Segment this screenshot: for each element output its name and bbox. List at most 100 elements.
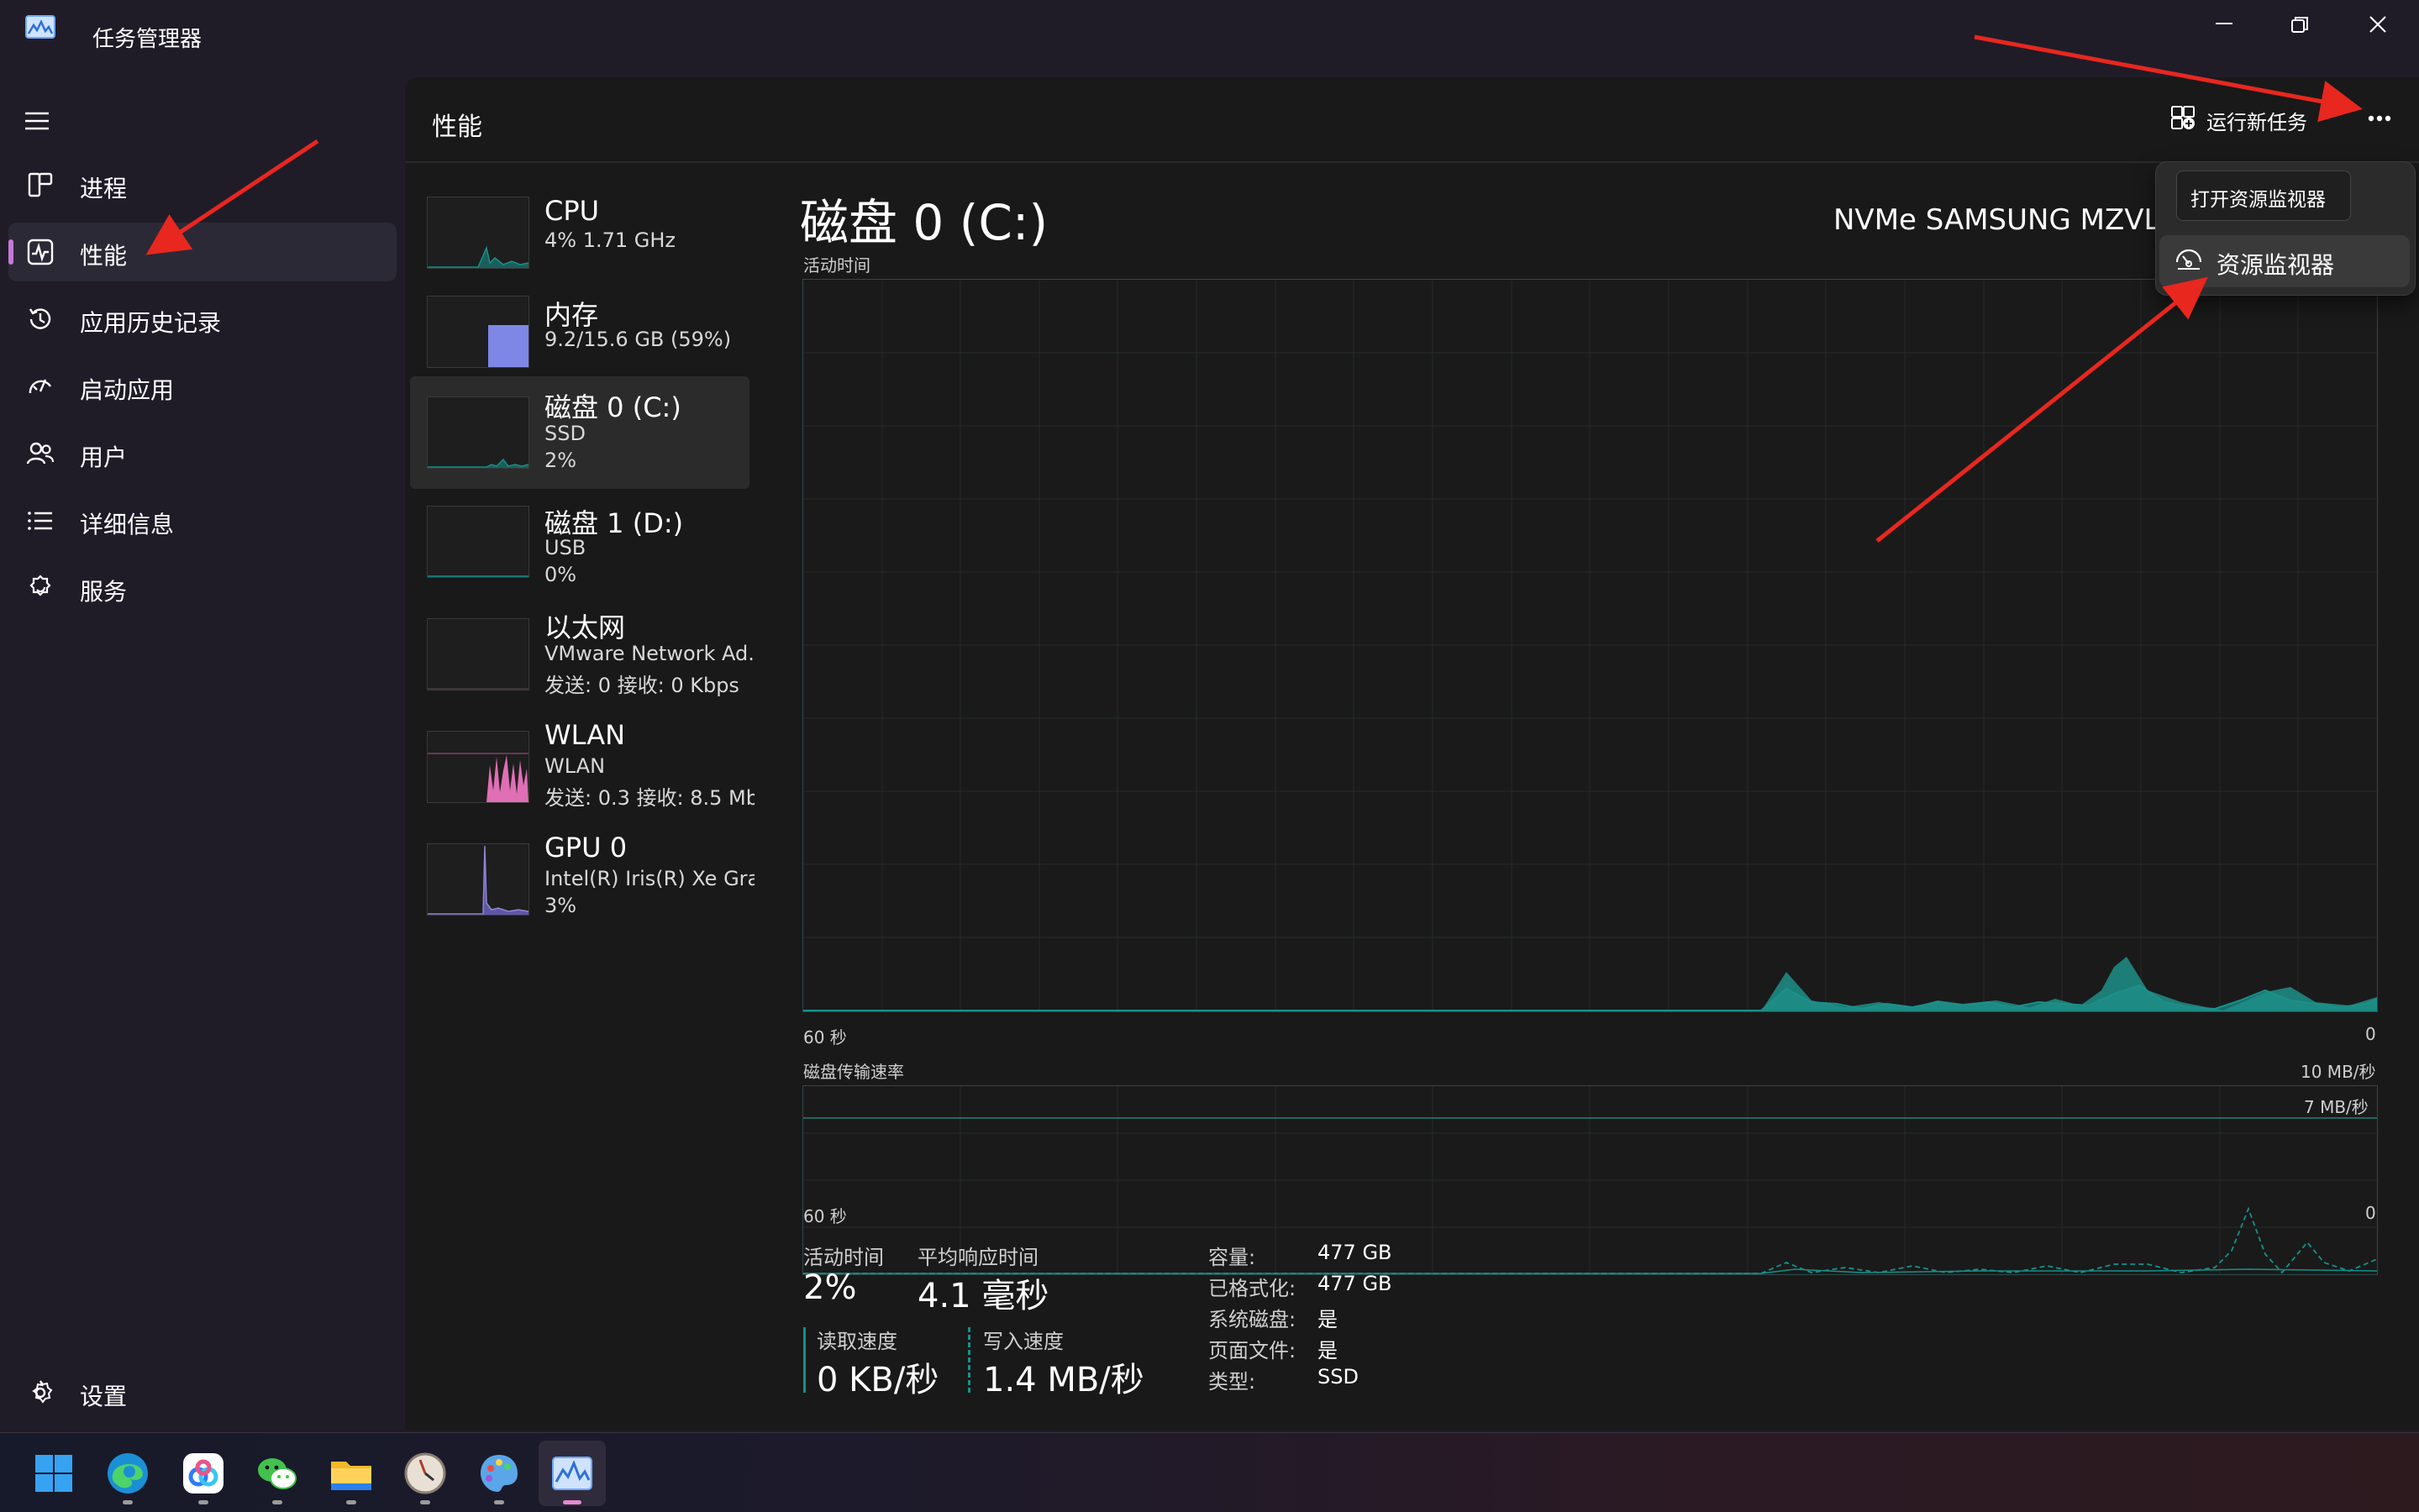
device-usage: 发送: 0.3 接收: 8.5 Mb| <box>544 786 755 810</box>
device-name: GPU 0 <box>544 832 628 864</box>
active-indicator <box>8 239 13 265</box>
transfer-rate-graph <box>802 1085 2378 1275</box>
sidebar-item-label: 进程 <box>80 175 128 202</box>
startup-icon <box>29 379 52 394</box>
device-name: 以太网 <box>544 612 626 643</box>
cpu-thumbnail-graph <box>427 197 529 269</box>
system-disk-value: 是 <box>1317 1308 1338 1331</box>
sidebar-item-processes[interactable]: 进程 <box>8 155 397 214</box>
transfer-max-label: 10 MB/秒 <box>2301 1062 2376 1082</box>
sidebar-item-services[interactable]: 服务 <box>8 559 397 617</box>
transfer-graph-label: 磁盘传输速率 <box>803 1062 904 1082</box>
performance-icon <box>27 239 54 265</box>
device-detail: 4% 1.71 GHz <box>544 228 676 252</box>
restore-button[interactable] <box>2273 7 2327 40</box>
disk-model: NVMe SAMSUNG MZVL4 <box>1833 203 2179 237</box>
device-detail: USB <box>544 536 586 559</box>
run-new-task-label: 运行新任务 <box>2206 111 2307 134</box>
services-icon <box>29 575 51 596</box>
device-item-disk-1[interactable]: 磁盘 1 (D:) USB 0% <box>410 494 749 601</box>
edge-icon[interactable] <box>104 1450 151 1497</box>
taskbar-running-indicator <box>272 1500 282 1504</box>
more-options-button[interactable] <box>2356 99 2403 138</box>
gear-icon <box>32 1380 53 1404</box>
open-resource-monitor-tooltip: 打开资源监视器 <box>2176 171 2351 221</box>
windows-start-icon[interactable] <box>30 1450 77 1497</box>
header-divider <box>405 161 2419 163</box>
ethernet-thumbnail-graph <box>427 618 529 690</box>
sidebar-item-label: 用户 <box>80 444 128 471</box>
file-explorer-icon[interactable] <box>328 1450 375 1497</box>
device-name: 磁盘 0 (C:) <box>544 391 681 423</box>
run-task-icon <box>2171 106 2195 129</box>
wechat-icon[interactable] <box>254 1450 301 1497</box>
write-speed-label: 写入速度 <box>983 1330 1064 1353</box>
page-file-label: 页面文件: <box>1208 1339 1296 1362</box>
baidu-netdisk-icon[interactable] <box>180 1450 227 1497</box>
type-value: SSD <box>1317 1365 1359 1389</box>
settings-label: 设置 <box>80 1383 128 1410</box>
activity-x-left: 60 秒 <box>803 1027 847 1047</box>
gpu-thumbnail-graph <box>427 843 529 916</box>
clock-app-icon[interactable] <box>402 1450 449 1497</box>
device-detail: 9.2/15.6 GB (59%) <box>544 328 732 351</box>
page-title: 性能 <box>432 113 482 142</box>
sidebar-item-startup-apps[interactable]: 启动应用 <box>8 357 397 416</box>
sidebar-item-label: 详细信息 <box>80 511 175 538</box>
details-icon <box>28 512 52 530</box>
write-speed-value: 1.4 MB/秒 <box>983 1361 1144 1399</box>
active-time-label: 活动时间 <box>803 1246 884 1269</box>
device-usage: 发送: 0 接收: 0 Kbps <box>544 674 739 697</box>
transfer-line-label: 7 MB/秒 <box>2304 1097 2369 1117</box>
sidebar-item-settings[interactable]: 设置 <box>8 1363 397 1422</box>
hamburger-menu-button[interactable] <box>24 109 60 143</box>
paint-icon[interactable] <box>476 1450 523 1497</box>
sidebar-item-label: 应用历史记录 <box>80 309 222 337</box>
sidebar-item-users[interactable]: 用户 <box>8 424 397 483</box>
avg-response-value: 4.1 毫秒 <box>918 1277 1049 1315</box>
device-item-ethernet[interactable]: 以太网 VMware Network Ad.. 发送: 0 接收: 0 Kbps <box>410 606 755 714</box>
sidebar-item-app-history[interactable]: 应用历史记录 <box>8 290 397 349</box>
taskbar-running-indicator <box>494 1500 504 1504</box>
device-item-wlan[interactable]: WLAN WLAN 发送: 0.3 接收: 8.5 Mb| <box>410 719 755 827</box>
device-detail: VMware Network Ad.. <box>544 642 755 665</box>
minimize-button[interactable] <box>2197 7 2251 40</box>
device-item-cpu[interactable]: CPU 4% 1.71 GHz <box>410 180 749 287</box>
capacity-value: 477 GB <box>1317 1241 1392 1264</box>
menu-item-resource-monitor[interactable]: 资源监视器 <box>2159 235 2410 287</box>
read-speed-value: 0 KB/秒 <box>817 1361 939 1399</box>
type-label: 类型: <box>1208 1370 1256 1394</box>
disk1-thumbnail-graph <box>427 506 529 578</box>
device-detail: SSD <box>544 422 586 445</box>
sidebar-item-details[interactable]: 详细信息 <box>8 491 397 550</box>
task-manager-icon[interactable] <box>549 1450 596 1497</box>
taskbar-running-indicator <box>123 1500 133 1504</box>
sidebar-item-performance[interactable]: 性能 <box>8 223 397 281</box>
device-name: WLAN <box>544 719 626 751</box>
tooltip-text: 打开资源监视器 <box>2190 189 2326 211</box>
users-icon <box>26 442 55 465</box>
formatted-value: 477 GB <box>1317 1272 1392 1295</box>
taskbar-running-indicator <box>198 1500 208 1504</box>
page-file-value: 是 <box>1317 1339 1338 1362</box>
sidebar-item-label: 服务 <box>80 578 128 606</box>
device-usage: 3% <box>544 894 577 917</box>
history-icon <box>29 308 51 329</box>
device-usage: 2% <box>544 449 577 472</box>
avg-response-label: 平均响应时间 <box>918 1246 1039 1269</box>
title-bar: 任务管理器 <box>0 0 2419 76</box>
processes-icon <box>28 172 53 197</box>
formatted-label: 已格式化: <box>1208 1277 1296 1300</box>
device-detail: Intel(R) Iris(R) Xe Gra.. <box>544 867 755 890</box>
close-button[interactable] <box>2351 7 2405 40</box>
device-usage: 0% <box>544 563 577 586</box>
device-item-disk-0[interactable]: 磁盘 0 (C:) SSD 2% <box>410 376 749 489</box>
activity-graph-label: 活动时间 <box>803 255 870 276</box>
active-time-value: 2% <box>803 1268 857 1307</box>
main-panel: 性能 运行新任务 CPU 4% 1.71 GHz 内存 9.2/15.6 GB … <box>405 77 2419 1431</box>
activity-x-right: 0 <box>2365 1024 2376 1044</box>
device-item-gpu[interactable]: GPU 0 Intel(R) Iris(R) Xe Gra.. 3% <box>410 832 755 939</box>
device-detail: WLAN <box>544 754 606 778</box>
system-disk-label: 系统磁盘: <box>1208 1308 1296 1331</box>
wlan-thumbnail-graph <box>427 731 529 803</box>
